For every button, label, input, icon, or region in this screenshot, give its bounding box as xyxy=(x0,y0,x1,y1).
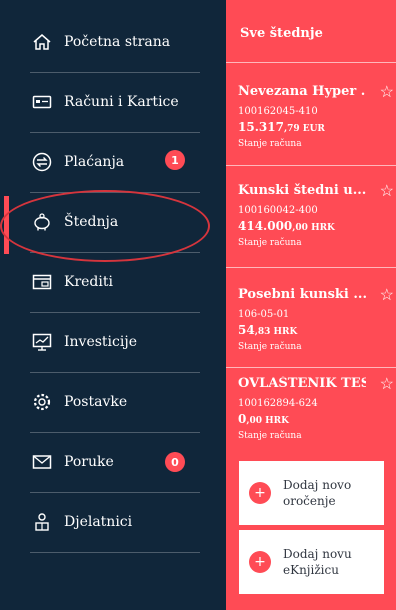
transfer-icon xyxy=(32,152,52,172)
card-icon xyxy=(32,92,52,112)
star-icon[interactable]: ☆ xyxy=(380,84,394,100)
divider xyxy=(226,367,396,368)
account-name: OVLAŠTENIK TEST xyxy=(238,376,366,391)
account-name: Posebni kunski ... xyxy=(238,287,366,302)
account-balance: 54,83 HRK xyxy=(238,323,298,337)
sidebar-item-settings[interactable]: Postavke xyxy=(32,372,207,432)
savings-account-card[interactable]: Nevezana Hyper ... ☆ 100162045-410 15.31… xyxy=(238,84,394,164)
account-name: Kunski štedni u... xyxy=(238,183,366,198)
star-icon[interactable]: ☆ xyxy=(380,287,394,303)
employee-icon xyxy=(32,512,52,532)
divider xyxy=(226,267,396,268)
sidebar-item-investments[interactable]: Investicije xyxy=(32,312,207,372)
add-term-deposit-button[interactable]: + Dodaj novo oročenje xyxy=(239,461,384,525)
sidebar: Početna strana Računi i Kartice Plaćanja… xyxy=(0,0,226,610)
add-term-deposit-label: Dodaj novo oročenje xyxy=(283,478,352,508)
account-caption: Stanje računa xyxy=(238,139,302,149)
divider xyxy=(226,62,396,63)
sidebar-item-label: Postavke xyxy=(64,394,128,410)
divider xyxy=(226,165,396,166)
account-name: Nevezana Hyper ... xyxy=(238,84,366,99)
sidebar-item-label: Krediti xyxy=(64,274,113,290)
investment-chart-icon xyxy=(32,332,52,352)
account-balance: 15.317,79 EUR xyxy=(238,120,325,134)
messages-badge: 0 xyxy=(165,452,185,472)
savings-panel: Sve štednje Nevezana Hyper ... ☆ 1001620… xyxy=(226,0,396,610)
account-caption: Stanje računa xyxy=(238,238,302,248)
envelope-icon xyxy=(32,452,52,472)
savings-account-card[interactable]: OVLAŠTENIK TEST ☆ 100162894-624 0,00 HRK… xyxy=(238,376,394,456)
star-icon[interactable]: ☆ xyxy=(380,376,394,392)
plus-icon: + xyxy=(249,551,271,573)
savings-account-card[interactable]: Posebni kunski ... ☆ 106-05-01 54,83 HRK… xyxy=(238,287,394,367)
savings-account-card[interactable]: Kunski štedni u... ☆ 100160042-400 414.0… xyxy=(238,183,394,263)
home-icon xyxy=(32,32,52,52)
account-number: 100162894-624 xyxy=(238,398,318,409)
sidebar-item-label: Poruke xyxy=(64,454,114,470)
star-icon[interactable]: ☆ xyxy=(380,183,394,199)
sidebar-item-label: Djelatnici xyxy=(64,514,133,530)
add-ebooklet-label: Dodaj novu eKnjižicu xyxy=(283,547,352,577)
account-number: 106-05-01 xyxy=(238,309,290,320)
panel-title: Sve štednje xyxy=(240,26,323,41)
account-number: 100160042-400 xyxy=(238,205,318,216)
account-caption: Stanje računa xyxy=(238,342,302,352)
sidebar-item-employees[interactable]: Djelatnici xyxy=(32,492,207,552)
account-balance: 0,00 HRK xyxy=(238,412,289,426)
add-ebooklet-button[interactable]: + Dodaj novu eKnjižicu xyxy=(239,530,384,594)
sidebar-item-label: Računi i Kartice xyxy=(64,94,179,110)
account-caption: Stanje računa xyxy=(238,431,302,441)
plus-icon: + xyxy=(249,482,271,504)
sidebar-item-label: Plaćanja xyxy=(64,154,125,170)
sidebar-item-loans[interactable]: Krediti xyxy=(32,252,207,312)
sidebar-item-home[interactable]: Početna strana xyxy=(32,12,207,72)
divider xyxy=(30,552,200,553)
account-balance: 414.000,00 HRK xyxy=(238,219,335,233)
credit-card-icon xyxy=(32,272,52,292)
sidebar-item-label: Investicije xyxy=(64,334,137,350)
gear-icon xyxy=(32,392,52,412)
account-number: 100162045-410 xyxy=(238,106,318,117)
sidebar-item-accounts[interactable]: Računi i Kartice xyxy=(32,72,207,132)
sidebar-item-label: Početna strana xyxy=(64,34,171,50)
payments-badge: 1 xyxy=(165,150,185,170)
